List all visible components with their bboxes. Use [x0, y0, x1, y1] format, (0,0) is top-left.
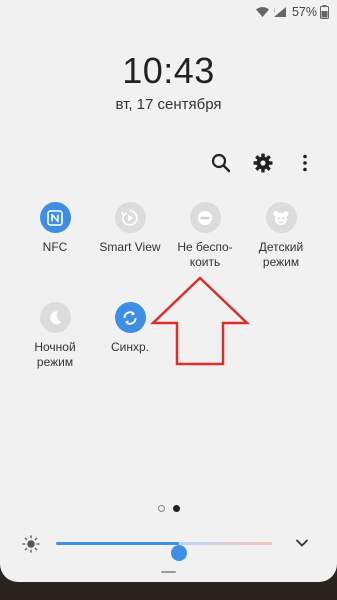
- tile-night-mode[interactable]: Ночной режим: [16, 302, 94, 370]
- tile-do-not-disturb[interactable]: Не беспо- коить: [166, 202, 244, 270]
- page-dot[interactable]: [157, 505, 165, 512]
- sync-icon: [114, 302, 146, 333]
- brightness-slider-thumb[interactable]: [171, 545, 188, 561]
- more-vertical-icon[interactable]: [295, 153, 315, 173]
- night-mode-icon: [39, 302, 71, 333]
- smart-view-icon: [114, 202, 146, 233]
- battery-percent: 57%: [291, 5, 317, 19]
- quick-panel: ↕ 57% 10:43 вт, 17 сентября NFC Smart Vi…: [0, 0, 337, 582]
- brightness-track-fill: [56, 542, 180, 545]
- annotation-arrow-up: [149, 275, 251, 372]
- tile-label: NFC: [42, 240, 68, 254]
- brightness-sun-icon: [22, 535, 40, 558]
- panel-actions: [211, 153, 315, 173]
- page-dot-current[interactable]: [172, 505, 180, 512]
- tile-nfc[interactable]: NFC: [16, 202, 94, 255]
- brightness-track-remaining: [179, 542, 272, 545]
- clock-time: 10:43: [122, 50, 215, 91]
- tile-smart-view[interactable]: Smart View: [91, 202, 169, 255]
- do-not-disturb-icon: [189, 202, 221, 233]
- search-icon[interactable]: [211, 153, 231, 173]
- kids-mode-icon: [265, 202, 297, 233]
- tile-label: Ночной режим: [34, 340, 76, 369]
- nfc-icon: [39, 202, 71, 233]
- clock-date: вт, 17 сентября: [115, 96, 222, 113]
- brightness-slider[interactable]: [56, 542, 272, 561]
- chevron-down-icon[interactable]: [295, 536, 309, 555]
- tile-label: Детский режим: [258, 240, 304, 269]
- signal-icon: ↕: [273, 6, 287, 18]
- brightness-control: [0, 532, 337, 561]
- battery-icon: [320, 5, 329, 19]
- svg-text:↕: ↕: [273, 8, 276, 14]
- panel-drag-handle[interactable]: [161, 571, 176, 573]
- tile-label: Smart View: [99, 240, 161, 254]
- tile-label: Не беспо- коить: [177, 240, 233, 269]
- tile-kids-mode[interactable]: Детский режим: [242, 202, 320, 270]
- status-bar: ↕ 57%: [255, 0, 329, 24]
- wifi-icon: [255, 6, 270, 18]
- gear-icon[interactable]: [253, 153, 273, 173]
- page-indicator: [0, 505, 337, 512]
